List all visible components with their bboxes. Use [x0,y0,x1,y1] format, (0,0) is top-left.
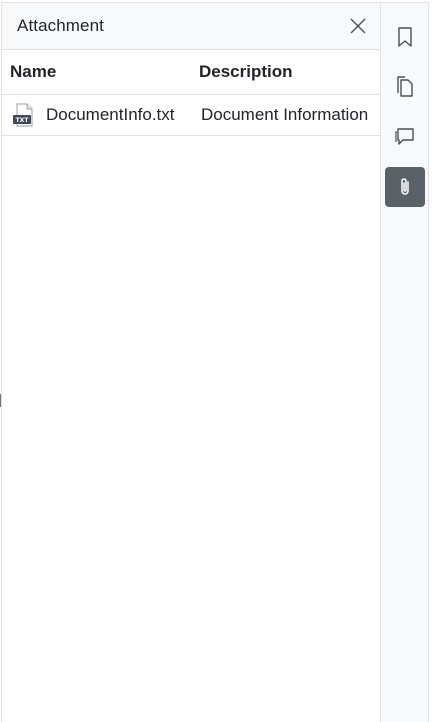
page-thumbnails-icon [396,76,413,97]
attachment-filename: DocumentInfo.txt [46,105,175,124]
table-row[interactable]: TXT DocumentInfo.txt Document Informatio… [2,95,380,136]
side-toolbar [381,2,429,722]
attachment-description: Document Information [201,105,369,124]
close-icon [350,18,366,34]
attachment-panel: Attachment Name Description TXT Document… [1,2,381,722]
panel-title: Attachment [17,16,104,35]
txt-file-icon: TXT [13,103,33,127]
attachment-button[interactable] [384,167,425,207]
column-header-name[interactable]: Name [2,62,191,82]
bookmark-button[interactable] [385,17,425,57]
bookmark-icon [397,27,412,47]
close-button[interactable] [346,14,370,38]
page-thumbnails-button[interactable] [385,67,425,107]
attachment-name-cell: TXT DocumentInfo.txt [2,103,191,127]
pdf-viewer: Attachment Name Description TXT Document… [0,0,432,722]
table-header: Name Description [2,50,380,95]
column-header-description[interactable]: Description [191,62,380,82]
comments-button[interactable] [385,117,425,157]
panel-header: Attachment [2,3,380,50]
paperclip-icon [400,178,409,195]
comments-icon [394,128,414,145]
svg-text:TXT: TXT [16,117,30,124]
